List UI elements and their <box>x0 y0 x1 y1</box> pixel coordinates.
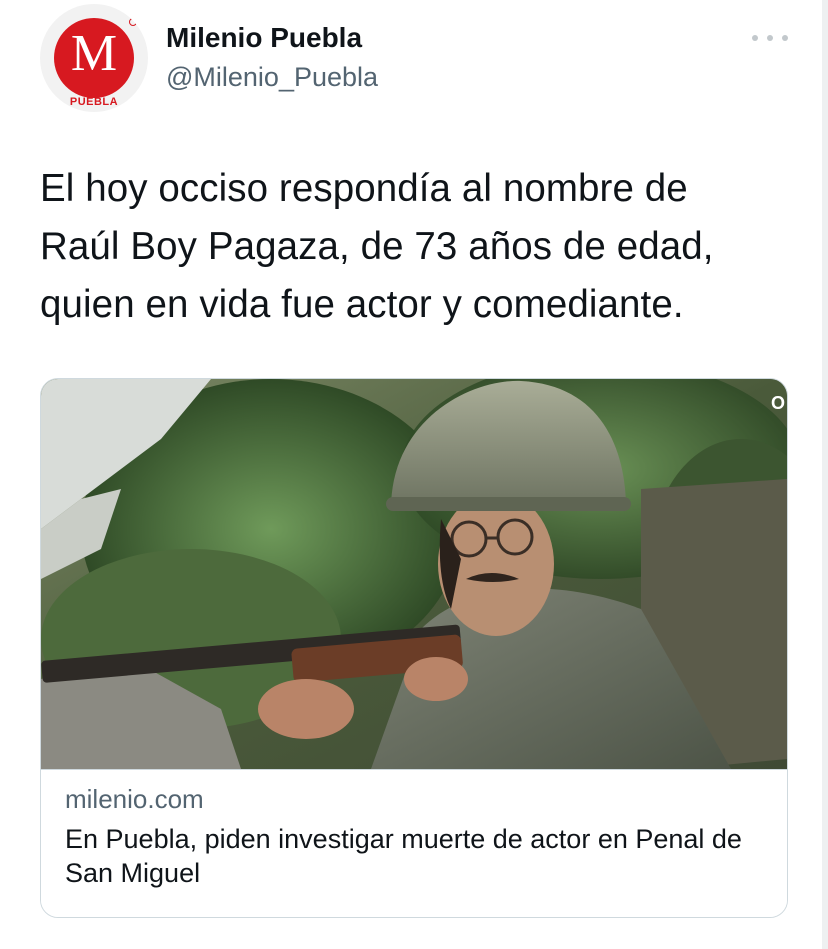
card-image[interactable]: O <box>41 379 787 769</box>
avatar-subtitle: PUEBLA <box>69 96 119 108</box>
more-dot-icon <box>767 35 773 41</box>
tweet-text-line: El hoy occiso respondía al nombre de <box>40 167 688 210</box>
more-dot-icon <box>752 35 758 41</box>
tweet-text: El hoy occiso respondía al nombre de Raú… <box>40 160 800 334</box>
card-footer[interactable]: milenio.com En Puebla, piden investigar … <box>41 769 787 917</box>
card-photo: O <box>41 379 787 769</box>
avatar-letter: M <box>71 25 117 80</box>
account-handle[interactable]: @Milenio_Puebla <box>166 62 378 93</box>
tweet-text-line: quien en vida fue actor y comediante. <box>40 283 684 326</box>
registered-mark-icon <box>129 18 137 26</box>
more-options-button[interactable] <box>752 26 788 50</box>
avatar[interactable]: M PUEBLA <box>40 4 148 112</box>
link-preview-card[interactable]: O milenio.com En Puebla, piden investiga… <box>40 378 788 918</box>
tweet[interactable]: M PUEBLA Milenio Puebla @Milenio_Puebla … <box>0 0 828 949</box>
account-name[interactable]: Milenio Puebla <box>166 22 362 54</box>
milenio-logo-icon: M <box>71 25 117 80</box>
more-dot-icon <box>782 35 788 41</box>
image-corner-text: O <box>771 393 785 413</box>
tweet-text-line: Raúl Boy Pagaza, de 73 años de edad, <box>40 225 714 268</box>
card-domain: milenio.com <box>65 784 204 814</box>
card-headline[interactable]: En Puebla, piden investigar muerte de ac… <box>65 822 765 890</box>
